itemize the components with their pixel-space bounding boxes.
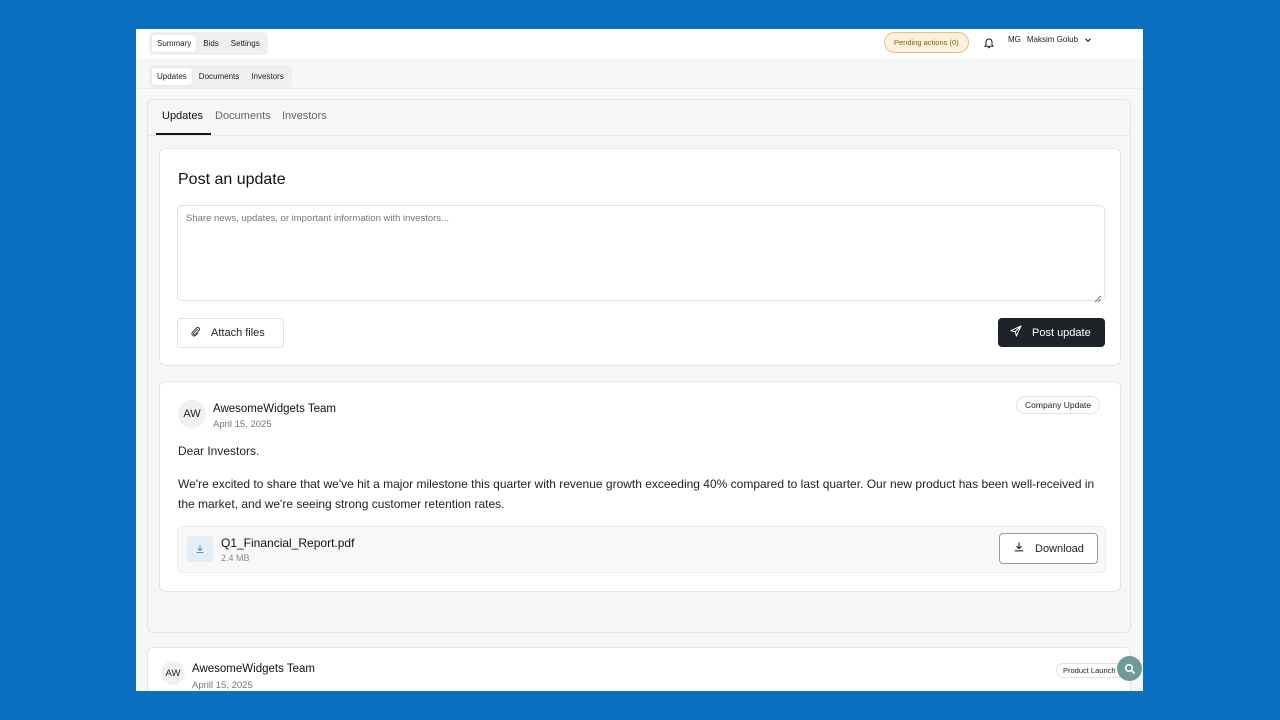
- tab-summary[interactable]: Summary: [152, 35, 197, 52]
- update-body: We're excited to share that we've hit a …: [178, 477, 1095, 511]
- compose-title: Post an update: [178, 171, 286, 188]
- file-size: 2.4 MB: [221, 553, 250, 563]
- post-update-label: Post update: [1032, 326, 1091, 339]
- update-author: AwesomeWidgets Team: [192, 663, 315, 675]
- file-name[interactable]: Q1_Financial_Report.pdf: [221, 536, 354, 550]
- updates-panel: Updates Documents Investors Post an upda…: [147, 99, 1131, 633]
- sub-bar: Updates Documents Investors: [136, 59, 1143, 89]
- download-icon: [187, 536, 213, 562]
- subtab-documents[interactable]: Documents: [194, 68, 244, 85]
- update-textarea[interactable]: [177, 205, 1105, 301]
- panel-tab-updates[interactable]: Updates: [162, 110, 203, 122]
- update-date: April 15, 2025: [213, 419, 272, 430]
- search-icon[interactable]: [1117, 656, 1142, 681]
- tab-bids[interactable]: Bids: [198, 35, 224, 52]
- update-greeting: Dear Investors.: [178, 444, 260, 458]
- attach-files-label: Attach files: [211, 327, 265, 339]
- sub-tab-group: Updates Documents Investors: [149, 65, 292, 88]
- user-name: Maksim Golub: [1026, 35, 1079, 44]
- panel-tabs: Updates Documents Investors: [148, 100, 1130, 136]
- download-label: Download: [1035, 542, 1084, 555]
- active-tab-indicator: [156, 133, 211, 135]
- update-card: AW AwesomeWidgets Team Aprill 15, 2025 P…: [147, 647, 1131, 691]
- panel-tab-documents[interactable]: Documents: [215, 110, 271, 122]
- update-author: AwesomeWidgets Team: [213, 403, 336, 415]
- compose-card: Post an update Attach files: [159, 148, 1121, 366]
- avatar: AW: [178, 400, 206, 428]
- tab-settings[interactable]: Settings: [226, 35, 265, 52]
- attach-files-button[interactable]: Attach files: [177, 318, 284, 348]
- post-update-button[interactable]: Post update: [998, 318, 1105, 347]
- subtab-updates[interactable]: Updates: [152, 68, 192, 85]
- update-card: AW AwesomeWidgets Team April 15, 2025 Co…: [159, 381, 1121, 592]
- attachment-row: Q1_Financial_Report.pdf 2.4 MB Download: [177, 526, 1106, 573]
- app-window: Summary Bids Settings Pending actions (0…: [136, 29, 1143, 691]
- pending-actions-button[interactable]: Pending actions (0): [884, 32, 969, 53]
- send-icon: [1010, 325, 1022, 340]
- update-tag: Company Update: [1016, 396, 1101, 414]
- main-tab-group: Summary Bids Settings: [149, 32, 268, 55]
- subtab-investors[interactable]: Investors: [246, 68, 288, 85]
- download-button[interactable]: Download: [999, 533, 1098, 564]
- chevron-down-icon: [1084, 36, 1092, 44]
- panel-tab-investors[interactable]: Investors: [282, 110, 327, 122]
- user-menu[interactable]: MG Maksim Golub: [1008, 35, 1092, 44]
- user-initials: MG: [1008, 35, 1021, 44]
- update-date: Aprill 15, 2025: [192, 680, 253, 691]
- resize-grip-icon[interactable]: [1093, 290, 1102, 303]
- update-tag: Product Launch: [1056, 663, 1123, 678]
- download-icon: [1013, 541, 1025, 556]
- bell-icon[interactable]: [983, 36, 995, 50]
- avatar: AW: [161, 661, 185, 685]
- paperclip-icon: [190, 326, 201, 340]
- top-bar: Summary Bids Settings Pending actions (0…: [136, 29, 1143, 59]
